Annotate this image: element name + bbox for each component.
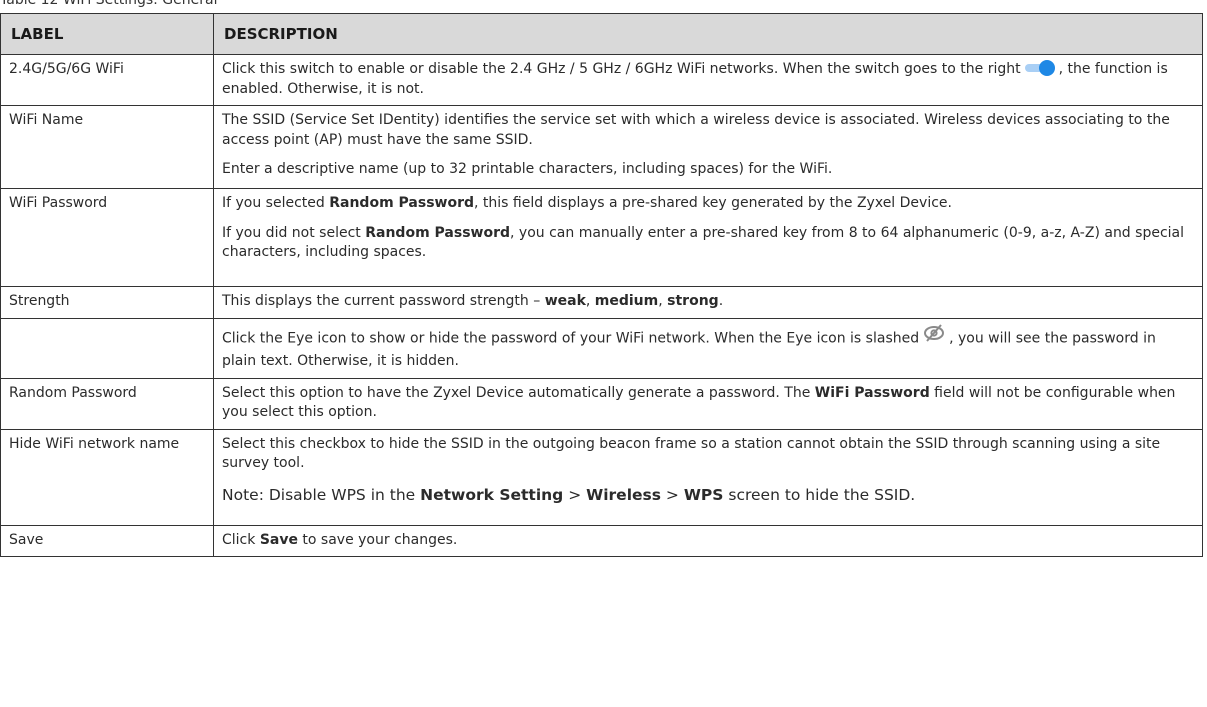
header-label: LABEL (0, 13, 214, 55)
table-row: WiFi Name The SSID (Service Set IDentity… (0, 105, 1203, 189)
table-row: Save Click Save to save your changes. (0, 524, 1203, 557)
row-label: Random Password (0, 377, 214, 430)
table-row: Random Password Select this option to ha… (0, 377, 1203, 430)
row-label: Hide WiFi network name (0, 428, 214, 526)
table-header-row: LABEL DESCRIPTION (0, 13, 1203, 55)
table-row: WiFi Password If you selected Random Pas… (0, 188, 1203, 287)
row-description: This displays the current password stren… (213, 286, 1203, 319)
table-row: Click the Eye icon to show or hide the p… (0, 317, 1203, 379)
toggle-on-icon (1024, 60, 1055, 76)
row-label: WiFi Name (0, 105, 214, 189)
row-description: The SSID (Service Set IDentity) identifi… (213, 105, 1203, 189)
table-row: 2.4G/5G/6G WiFi Click this switch to ena… (0, 54, 1203, 106)
header-description: DESCRIPTION (213, 13, 1203, 55)
row-label: Save (0, 524, 214, 557)
row-label: Strength (0, 286, 214, 319)
row-label (0, 317, 214, 379)
row-description: Click this switch to enable or disable t… (213, 54, 1203, 106)
eye-slashed-icon (923, 322, 945, 351)
table-row: Strength This displays the current passw… (0, 286, 1203, 319)
row-description: If you selected Random Password, this fi… (213, 188, 1203, 287)
row-description: Select this option to have the Zyxel Dev… (213, 377, 1203, 430)
note-text: Note: Disable WPS in the Network Setting… (222, 485, 916, 504)
table-caption: Table 12 WiFi Settings: General (0, 0, 218, 8)
row-label: 2.4G/5G/6G WiFi (0, 54, 214, 106)
row-description: Select this checkbox to hide the SSID in… (213, 428, 1203, 526)
row-label: WiFi Password (0, 188, 214, 287)
row-description: Click the Eye icon to show or hide the p… (213, 317, 1203, 379)
settings-table: LABEL DESCRIPTION 2.4G/5G/6G WiFi Click … (0, 13, 1203, 557)
row-description: Click Save to save your changes. (213, 524, 1203, 557)
table-row: Hide WiFi network name Select this check… (0, 428, 1203, 526)
